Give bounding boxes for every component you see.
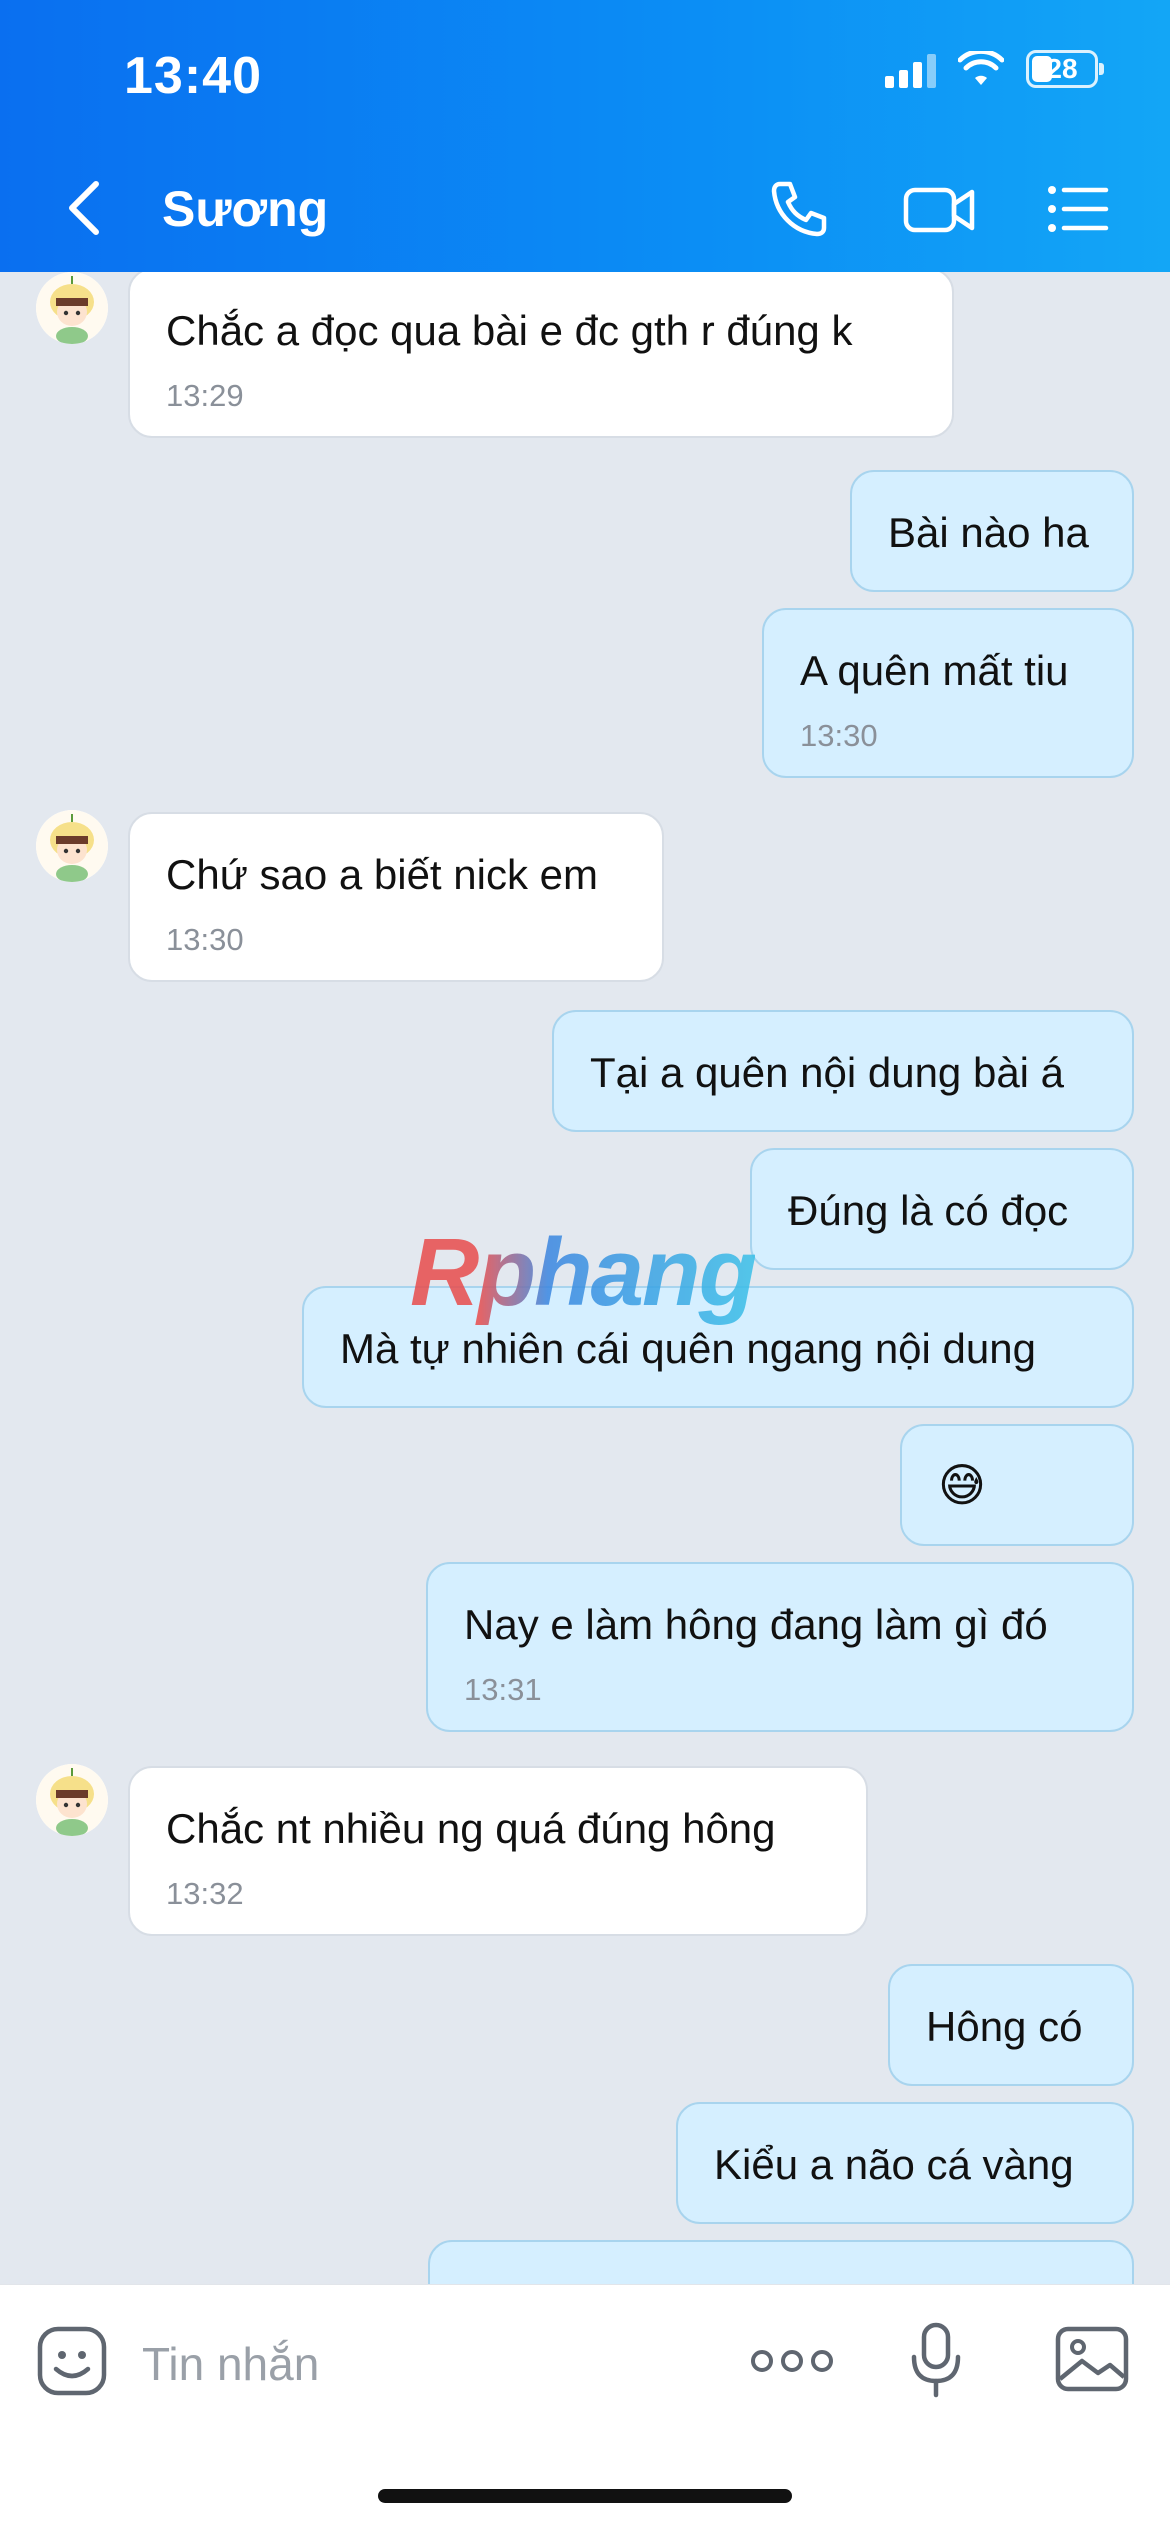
home-indicator (378, 2489, 792, 2503)
message-bubble-incoming[interactable]: Chứ sao a biết nick em 13:30 (128, 812, 664, 982)
message-text: Nay e làm hông đang làm gì đó (464, 1601, 1048, 1648)
avatar-girl-icon (36, 272, 108, 344)
message-text: Chắc nt nhiều ng quá đúng hông (166, 1805, 776, 1852)
message-text: Đúng là có đọc (788, 1187, 1069, 1234)
contact-name[interactable]: Sương (162, 180, 328, 238)
watermark-logo: Rphang (410, 1219, 757, 1326)
message-time: 13:29 (166, 378, 244, 413)
sticker-icon[interactable] (36, 2325, 108, 2397)
video-call-icon[interactable] (902, 176, 978, 242)
message-bubble-outgoing[interactable]: Bài nào ha (850, 470, 1134, 592)
message-bubble-outgoing[interactable]: Nay e làm hông đang làm gì đó 13:31 (426, 1562, 1134, 1732)
message-text: Kiểu a não cá vàng (714, 2141, 1074, 2188)
message-bubble-outgoing[interactable]: Hông có (888, 1964, 1134, 2086)
wifi-icon (958, 51, 1004, 85)
message-time: 13:32 (166, 1876, 244, 1911)
message-text: A quên mất tiu (800, 647, 1069, 694)
image-gallery-icon[interactable] (1054, 2323, 1130, 2395)
menu-list-icon[interactable] (1046, 176, 1110, 242)
avatar-girl-icon (36, 1764, 108, 1836)
message-time: 13:30 (800, 718, 878, 753)
back-arrow-icon[interactable] (62, 178, 106, 238)
message-bubble-outgoing[interactable]: Tại a quên nội dung bài á (552, 1010, 1134, 1132)
message-text: Chắc a đọc qua bài e đc gth r đúng k (166, 307, 853, 354)
microphone-icon[interactable] (906, 2321, 966, 2401)
message-bubble-incoming[interactable]: Chắc a đọc qua bài e đc gth r đúng k 13:… (128, 272, 954, 438)
message-bubble-outgoing-partial[interactable] (428, 2240, 1134, 2284)
message-bubble-outgoing[interactable]: Kiểu a não cá vàng (676, 2102, 1134, 2224)
message-text: Tại a quên nội dung bài á (590, 1049, 1065, 1096)
status-icons: 28 (885, 50, 1104, 88)
avatar-girl-icon (36, 810, 108, 882)
message-time: 13:31 (464, 1672, 542, 1707)
message-input[interactable]: Tin nhắn (142, 2337, 319, 2391)
phone-call-icon[interactable] (766, 176, 832, 242)
message-bubble-outgoing[interactable]: 😅 (900, 1424, 1134, 1546)
contact-avatar[interactable] (36, 810, 108, 882)
emoji-sweat-smile: 😅 (938, 1459, 986, 1511)
contact-avatar[interactable] (36, 1764, 108, 1836)
status-time: 13:40 (124, 47, 262, 105)
message-text: Mà tự nhiên cái quên ngang nội dung (340, 1325, 1036, 1372)
message-text: Chứ sao a biết nick em (166, 851, 598, 898)
more-options-icon[interactable] (750, 2341, 834, 2381)
message-text: Hông có (926, 2003, 1083, 2050)
cellular-signal-icon (885, 50, 936, 88)
message-bubble-incoming[interactable]: Chắc nt nhiều ng quá đúng hông 13:32 (128, 1766, 868, 1936)
message-time: 13:30 (166, 922, 244, 957)
message-bubble-outgoing[interactable]: Đúng là có đọc (750, 1148, 1134, 1270)
battery-icon: 28 (1026, 50, 1104, 88)
message-bubble-outgoing[interactable]: A quên mất tiu 13:30 (762, 608, 1134, 778)
message-text: Bài nào ha (888, 509, 1089, 556)
composer-bar: Tin nhắn (0, 2284, 1170, 2533)
chat-header: 13:40 28 Sương (0, 0, 1170, 272)
contact-avatar[interactable] (36, 272, 108, 344)
battery-level: 28 (1046, 53, 1078, 84)
